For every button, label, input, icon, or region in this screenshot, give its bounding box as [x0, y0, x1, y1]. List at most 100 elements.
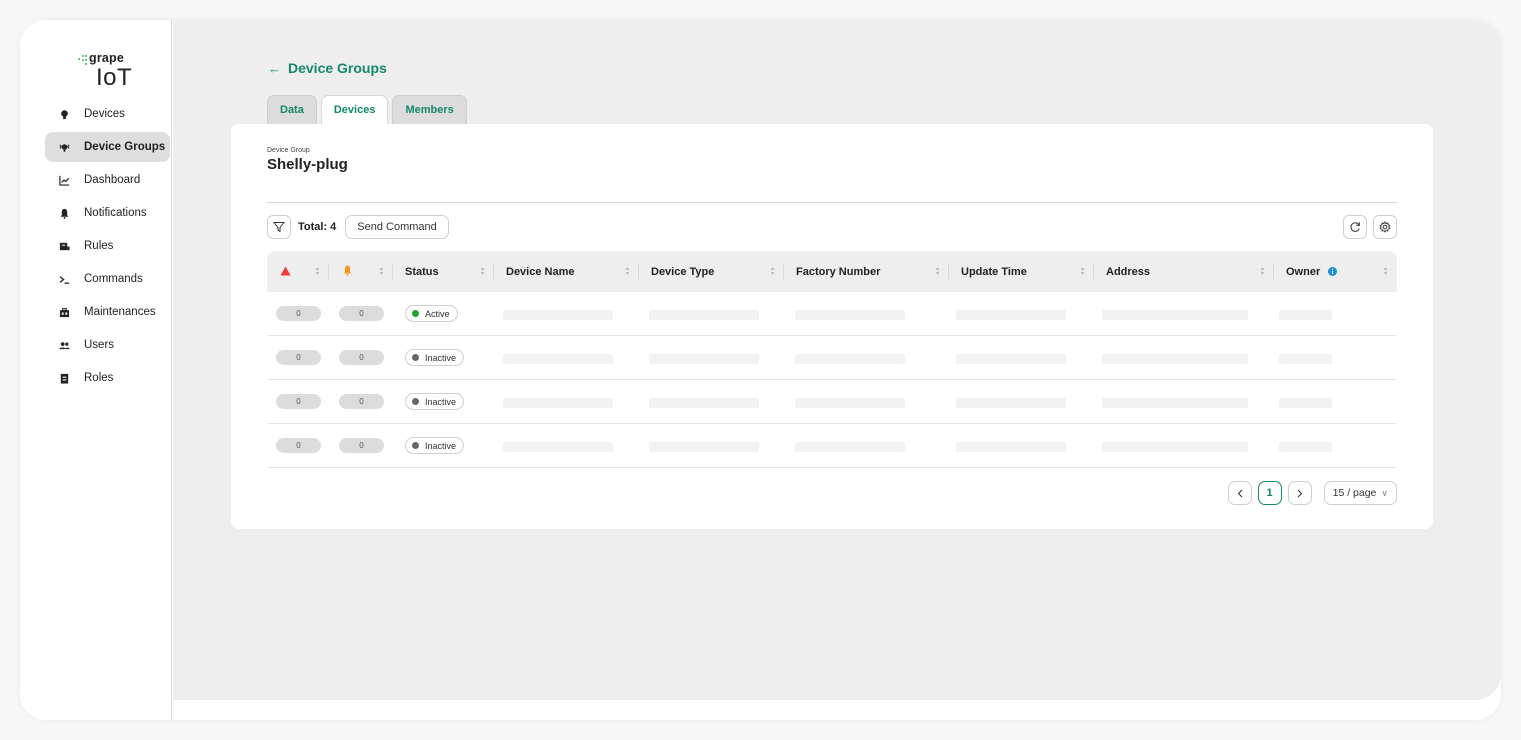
- sort-icon[interactable]: [935, 266, 940, 276]
- rules-icon: [57, 239, 71, 253]
- table-row[interactable]: 0 0 Inactive: [267, 424, 1397, 468]
- owner-cell: [1279, 354, 1332, 364]
- alert-triangle-icon: [280, 266, 291, 276]
- app-window: grape IoT Devices Device Groups Dashboar…: [20, 20, 1501, 720]
- sidebar-item-roles[interactable]: Roles: [45, 363, 170, 393]
- logo-text-small: grape: [89, 51, 125, 65]
- column-header-label: Status: [405, 265, 439, 278]
- sidebar-item-label: Commands: [84, 273, 143, 285]
- sidebar-item-label: Roles: [84, 372, 114, 384]
- sort-icon[interactable]: [315, 266, 320, 276]
- update-time-cell: [956, 398, 1066, 408]
- col-factory-number[interactable]: Factory Number: [784, 251, 949, 292]
- chevron-down-icon: ∨: [1381, 487, 1388, 498]
- col-device-type[interactable]: Device Type: [639, 251, 784, 292]
- sidebar-item-devices[interactable]: Devices: [45, 99, 170, 129]
- sort-icon[interactable]: [1383, 266, 1388, 276]
- sort-icon[interactable]: [1080, 266, 1085, 276]
- owner-cell: [1279, 310, 1332, 320]
- tab-data[interactable]: Data: [267, 95, 317, 124]
- table-row[interactable]: 0 0 Inactive: [267, 380, 1397, 424]
- alarm-count: 0: [276, 438, 321, 453]
- tab-members[interactable]: Members: [392, 95, 467, 124]
- owner-cell: [1279, 398, 1332, 408]
- sidebar-item-label: Device Groups: [84, 141, 166, 153]
- sidebar-item-label: Notifications: [84, 207, 147, 219]
- device-type-cell: [649, 398, 759, 408]
- status-badge: Active: [405, 305, 458, 322]
- sort-icon[interactable]: [1260, 266, 1265, 276]
- warning-count: 0: [339, 306, 384, 321]
- device-type-cell: [649, 442, 759, 452]
- device-name-cell: [503, 398, 613, 408]
- sort-icon[interactable]: [379, 266, 384, 276]
- warning-count: 0: [339, 394, 384, 409]
- col-update-time[interactable]: Update Time: [949, 251, 1094, 292]
- back-link-label: Device Groups: [288, 60, 387, 76]
- info-icon[interactable]: [1328, 267, 1338, 276]
- column-header-label: Factory Number: [796, 265, 881, 278]
- table-header: Status Device Name Device Type Factory N…: [267, 251, 1397, 292]
- sidebar-item-dashboard[interactable]: Dashboard: [45, 165, 170, 195]
- logo-text-big: IoT: [96, 64, 133, 91]
- group-caption: Device Group: [267, 147, 310, 154]
- tab-devices[interactable]: Devices: [320, 95, 389, 124]
- alarm-count: 0: [276, 306, 321, 321]
- sort-icon[interactable]: [770, 266, 775, 276]
- factory-number-cell: [795, 442, 905, 452]
- bell-warning-icon: [344, 265, 351, 276]
- refresh-button[interactable]: [1343, 215, 1367, 239]
- col-warning[interactable]: [329, 251, 393, 292]
- gear-icon: [1379, 221, 1391, 233]
- sidebar-item-rules[interactable]: Rules: [45, 231, 170, 261]
- table-row[interactable]: 0 0 Inactive: [267, 336, 1397, 380]
- chart-icon: [57, 173, 71, 187]
- column-header-label: Device Type: [651, 265, 715, 278]
- page-button-current[interactable]: 1: [1257, 481, 1282, 505]
- send-command-button[interactable]: Send Command: [345, 215, 449, 239]
- prev-page-button[interactable]: [1227, 481, 1252, 505]
- sidebar-item-label: Devices: [84, 108, 125, 120]
- warning-count: 0: [339, 438, 384, 453]
- page-size-select[interactable]: 15 / page ∨: [1323, 481, 1397, 505]
- sidebar-item-device-groups[interactable]: Device Groups: [45, 132, 170, 162]
- status-badge: Inactive: [405, 349, 465, 366]
- factory-number-cell: [795, 354, 905, 364]
- factory-number-cell: [795, 310, 905, 320]
- device-type-cell: [649, 310, 759, 320]
- next-page-button[interactable]: [1287, 481, 1312, 505]
- col-alarm[interactable]: [267, 251, 329, 292]
- sidebar-item-notifications[interactable]: Notifications: [45, 198, 170, 228]
- column-header-label: Device Name: [506, 265, 575, 278]
- sidebar-item-maintenances[interactable]: Maintenances: [45, 297, 170, 327]
- col-status[interactable]: Status: [393, 251, 494, 292]
- sort-icon[interactable]: [625, 266, 630, 276]
- col-address[interactable]: Address: [1094, 251, 1274, 292]
- device-name-cell: [503, 310, 613, 320]
- app-logo[interactable]: grape IoT: [78, 51, 148, 92]
- table-row[interactable]: 0 0 Active: [267, 292, 1397, 336]
- back-link[interactable]: ← Device Groups: [268, 60, 387, 76]
- filter-button[interactable]: [267, 215, 291, 239]
- bell-icon: [57, 206, 71, 220]
- table-actions: [1337, 215, 1397, 239]
- sidebar-item-commands[interactable]: Commands: [45, 264, 170, 294]
- status-badge: Inactive: [405, 393, 465, 410]
- status-badge: Inactive: [405, 437, 465, 454]
- tab-bar: Data Devices Members: [267, 95, 471, 124]
- update-time-cell: [956, 354, 1066, 364]
- logo-dots-icon: [78, 55, 88, 67]
- update-time-cell: [956, 442, 1066, 452]
- settings-button[interactable]: [1373, 215, 1397, 239]
- devices-card: Device Group Shelly-plug Total: 4 Send C…: [231, 124, 1433, 529]
- sidebar-item-users[interactable]: Users: [45, 330, 170, 360]
- address-cell: [1102, 354, 1248, 364]
- alarm-count: 0: [276, 394, 321, 409]
- col-device-name[interactable]: Device Name: [494, 251, 639, 292]
- status-label: Inactive: [425, 440, 457, 451]
- sort-icon[interactable]: [480, 266, 485, 276]
- users-icon: [57, 338, 71, 352]
- address-cell: [1102, 310, 1248, 320]
- page-title: Shelly-plug: [267, 156, 348, 173]
- col-owner[interactable]: Owner: [1274, 251, 1397, 292]
